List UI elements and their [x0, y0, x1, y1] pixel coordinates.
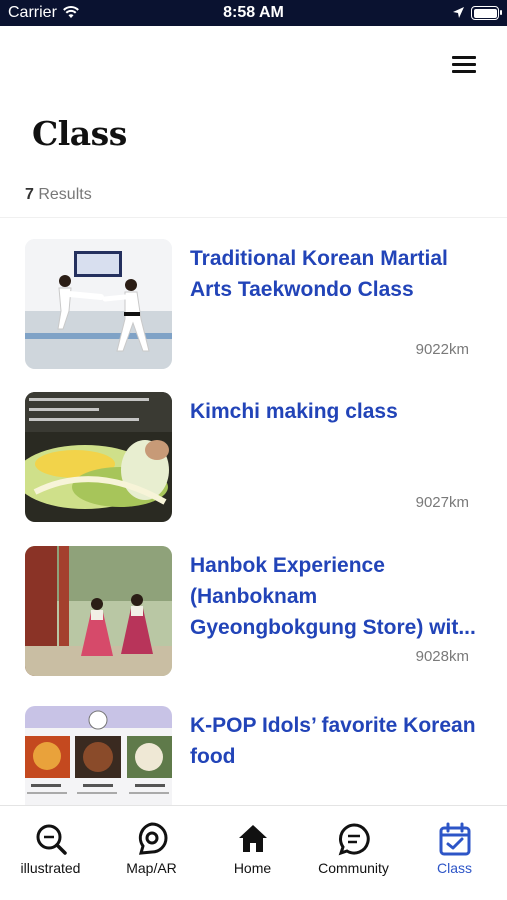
class-distance: 9022km — [415, 341, 469, 358]
class-title[interactable]: Hanbok Experience (Hanboknam Gyeongbokgu… — [190, 550, 480, 643]
home-icon — [239, 825, 267, 852]
tab-label: Community — [318, 860, 389, 876]
results-number: 7 — [25, 186, 34, 203]
class-list-item[interactable]: Kimchi making class 9027km — [0, 392, 507, 532]
bottom-tab-bar: illustrated Map/AR Home Community Class — [0, 805, 507, 900]
tab-label: Map/AR — [126, 860, 177, 876]
header-divider — [0, 217, 507, 218]
battery-icon — [471, 6, 502, 20]
calendar-check-icon — [439, 822, 471, 856]
location-pin-icon — [138, 822, 168, 855]
chat-bubble-icon — [338, 823, 370, 856]
tab-label: illustrated — [20, 860, 81, 876]
hanbok-photo — [25, 546, 172, 676]
class-distance: 9027km — [415, 494, 469, 511]
status-bar: Carrier 8:58 AM — [0, 0, 507, 26]
page-title: Class — [32, 114, 127, 153]
class-distance: 9028km — [415, 648, 469, 665]
tab-home[interactable]: Home — [202, 806, 303, 900]
class-list-item[interactable]: Hanbok Experience (Hanboknam Gyeongbokgu… — [0, 546, 507, 686]
class-title[interactable]: Traditional Korean Martial Arts Taekwond… — [190, 243, 480, 305]
class-list-item[interactable]: Traditional Korean Martial Arts Taekwond… — [0, 239, 507, 379]
search-icon — [36, 824, 67, 855]
tab-map-ar[interactable]: Map/AR — [101, 806, 202, 900]
tab-class[interactable]: Class — [404, 806, 505, 900]
class-title[interactable]: Kimchi making class — [190, 396, 480, 427]
tab-label: Class — [436, 860, 472, 876]
results-label: Results — [33, 186, 92, 203]
status-time: 8:58 AM — [223, 4, 284, 21]
kimchi-photo — [25, 392, 172, 522]
class-title[interactable]: K-POP Idols’ favorite Korean food — [190, 710, 480, 772]
tab-community[interactable]: Community — [303, 806, 404, 900]
tab-illustrated[interactable]: illustrated — [0, 806, 101, 900]
tab-label: Home — [233, 860, 272, 876]
location-arrow-icon — [453, 7, 464, 18]
taekwondo-photo — [25, 239, 172, 369]
results-count: 7 Results — [25, 186, 92, 204]
hamburger-menu-icon[interactable] — [448, 52, 478, 76]
